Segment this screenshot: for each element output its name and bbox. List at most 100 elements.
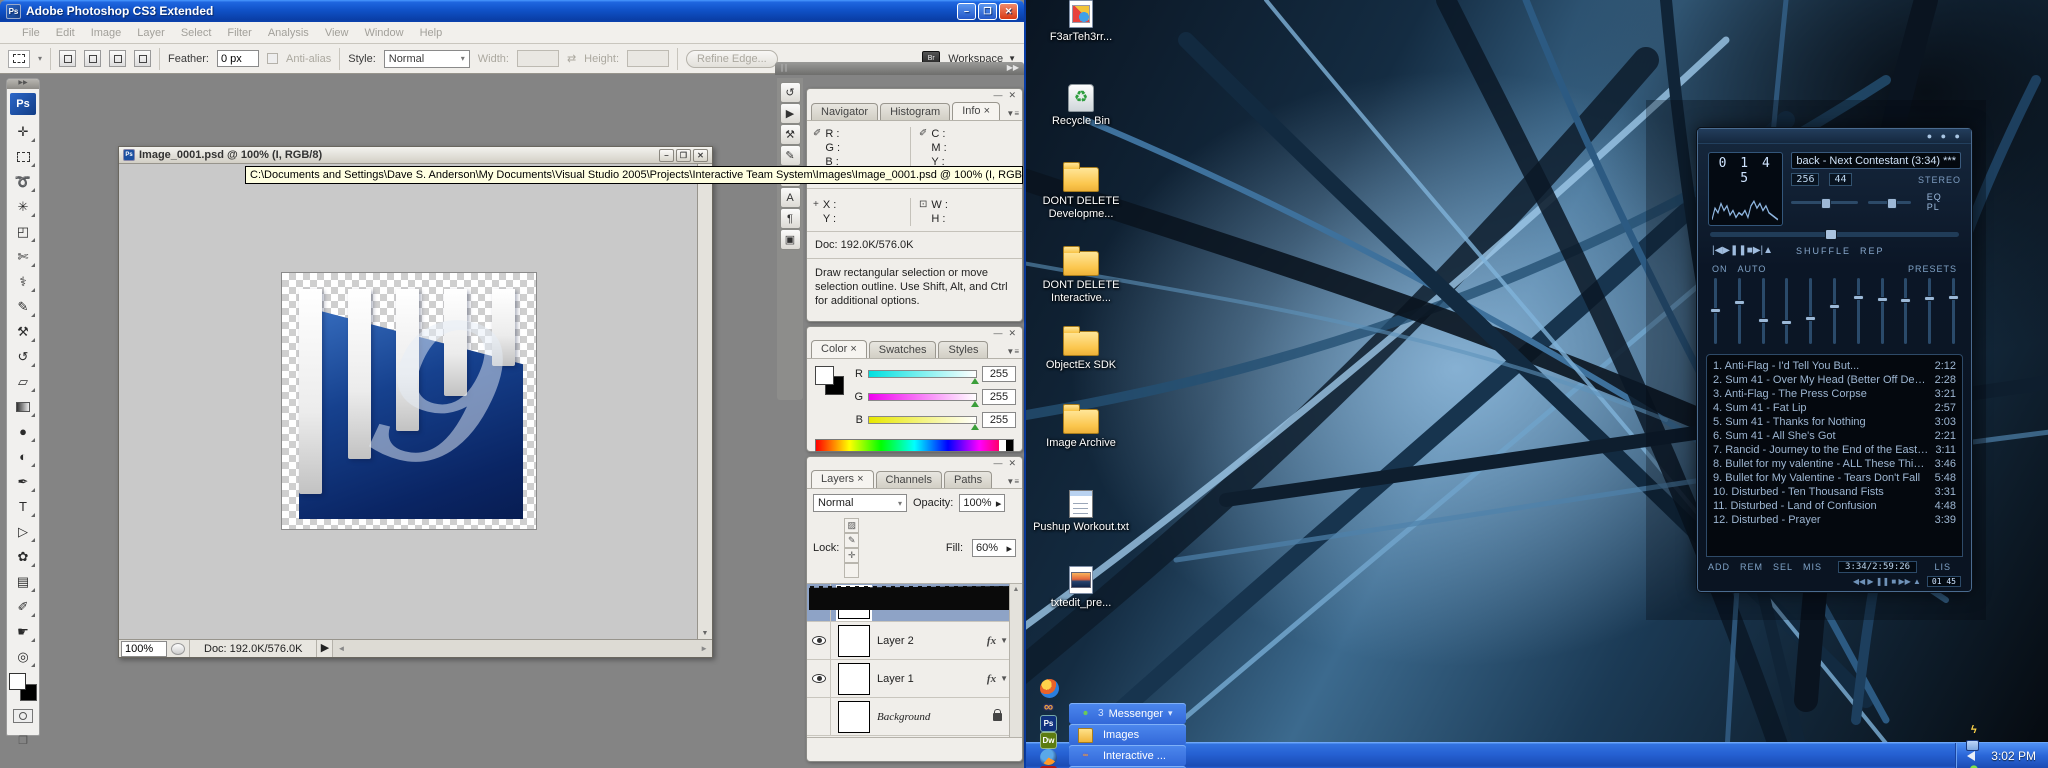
document-titlebar[interactable]: Ps Image_0001.psd @ 100% (I, RGB/8) – ❐ … (119, 147, 712, 164)
panel-menu-icon[interactable]: ▼≡ (1006, 109, 1019, 118)
screen-mode-button[interactable]: ❐ (13, 733, 33, 747)
zoom-tool[interactable]: ◎ (9, 644, 37, 669)
new-selection-button[interactable] (59, 50, 76, 67)
playlist-item[interactable]: 9. Bullet for My Valentine - Tears Don't… (1713, 471, 1956, 485)
layer-fx-icon[interactable]: fx (987, 635, 996, 647)
layer-name[interactable]: Layer 1 (877, 673, 987, 685)
layer-row-layer-2[interactable]: Layer 2 fx ▼ (807, 622, 1022, 660)
quick-mask-button[interactable] (13, 709, 33, 723)
color-swatches[interactable] (9, 673, 37, 701)
clone-stamp-tool[interactable]: ⚒ (9, 319, 37, 344)
tab-styles[interactable]: Styles (938, 341, 988, 358)
slice-tool[interactable]: ✄ (9, 244, 37, 269)
history-panel-icon[interactable]: ↺ (780, 82, 801, 103)
playlist-item[interactable]: 10. Disturbed - Ten Thousand Fists 3:31 (1713, 485, 1956, 499)
layer-thumbnail[interactable] (838, 701, 870, 733)
menu-item[interactable]: View (317, 27, 357, 39)
chevron-down-icon[interactable]: ▾ (38, 54, 42, 63)
channel-value[interactable]: 255 (982, 366, 1016, 382)
character-panel-icon[interactable]: A (780, 187, 801, 208)
panel-menu-icon[interactable]: ▼≡ (1006, 347, 1019, 356)
winamp-eq-on-button[interactable]: ON (1712, 264, 1728, 274)
winamp-eq-auto-button[interactable]: AUTO (1738, 264, 1767, 274)
playlist-item[interactable]: 11. Disturbed - Land of Confusion 4:48 (1713, 499, 1956, 513)
menu-item[interactable]: Edit (48, 27, 83, 39)
winamp-list-button[interactable]: LIS (1934, 562, 1951, 572)
tool-palette-grip[interactable]: ▶▶ (7, 79, 39, 89)
taskbar-button-images[interactable]: Images (1069, 724, 1186, 745)
layer-fx-expand-icon[interactable]: ▼ (1000, 674, 1008, 683)
style-select[interactable]: Normal▾ (384, 50, 470, 68)
opacity-field[interactable]: 100%▸ (959, 494, 1005, 512)
actions-panel-icon[interactable]: ▶ (780, 103, 801, 124)
lock-pixels-icon[interactable]: ✎ (844, 533, 859, 548)
winamp-track-title[interactable]: back - Next Contestant (3:34) *** (1791, 152, 1961, 169)
layer-name[interactable]: Background (877, 711, 993, 723)
menu-item[interactable]: Filter (219, 27, 259, 39)
menu-item[interactable]: Analysis (260, 27, 317, 39)
tool-preset-picker[interactable] (8, 50, 30, 68)
winamp-next-button[interactable]: ▶| (1753, 245, 1763, 256)
desktop-icon-dont-delete-developme[interactable]: DONT DELETE Developme... (1026, 162, 1136, 221)
path-selection-tool[interactable]: ▷ (9, 519, 37, 544)
vertical-scrollbar[interactable]: ▲▼ (697, 164, 712, 639)
layer-thumbnail[interactable] (838, 625, 870, 657)
layer-name[interactable]: Layer 2 (877, 635, 987, 647)
paragraph-panel-icon[interactable]: ¶ (780, 208, 801, 229)
intersect-selection-button[interactable] (134, 50, 151, 67)
layer-comps-panel-icon[interactable]: ▣ (780, 229, 801, 250)
playlist-misc-button[interactable]: MIS (1803, 562, 1822, 572)
playlist-item[interactable]: 4. Sum 41 - Fat Lip 2:57 (1713, 401, 1956, 415)
panel-close-icon[interactable]: ✕ (1008, 458, 1016, 469)
blur-tool[interactable]: ● (9, 419, 37, 444)
playlist-item[interactable]: 8. Bullet for my valentine - ALL These T… (1713, 457, 1956, 471)
channel-slider[interactable] (868, 370, 977, 378)
brush-tool[interactable]: ✎ (9, 294, 37, 319)
layer-thumbnail[interactable] (838, 663, 870, 695)
layer-visibility-toggle[interactable] (807, 622, 831, 659)
anti-alias-checkbox[interactable] (267, 53, 278, 64)
tab-info[interactable]: Info × (952, 102, 1000, 120)
pen-tool[interactable]: ✒ (9, 469, 37, 494)
winamp-shuffle-button[interactable]: SHUFFLE (1796, 246, 1851, 256)
quicklaunch-firefox-icon[interactable] (1040, 749, 1057, 766)
menu-item[interactable]: Layer (129, 27, 173, 39)
desktop-icon-recycle-bin[interactable]: ♻ Recycle Bin (1026, 84, 1136, 128)
desktop-icon-txtedit-pre[interactable]: txtedit_pre... (1026, 566, 1136, 610)
desktop-icon-dont-delete-interactive[interactable]: DONT DELETE Interactive... (1026, 246, 1136, 305)
quicklaunch-media-player-icon[interactable] (1040, 679, 1059, 698)
panel-close-icon[interactable]: ✕ (1008, 90, 1016, 101)
layer-visibility-toggle[interactable] (807, 698, 831, 735)
winamp-eq-presets-button[interactable]: PRESETS (1908, 264, 1957, 274)
tab-swatches[interactable]: Swatches (869, 341, 937, 358)
panel-close-icon[interactable]: ✕ (1008, 328, 1016, 339)
lock-all-icon[interactable] (844, 563, 859, 578)
menu-item[interactable]: File (14, 27, 48, 39)
type-tool[interactable]: T (9, 494, 37, 519)
lock-transparency-icon[interactable]: ▨ (844, 518, 859, 533)
eyedropper-tool[interactable]: ✐ (9, 594, 37, 619)
playlist-item[interactable]: 1. Anti-Flag - I'd Tell You But... 2:12 (1713, 359, 1956, 373)
playlist-item[interactable]: 5. Sum 41 - Thanks for Nothing 3:03 (1713, 415, 1956, 429)
winamp-prev-button[interactable]: |◀ (1712, 245, 1722, 256)
channel-slider[interactable] (868, 393, 977, 401)
quicklaunch-visual-studio-icon[interactable]: ∞ (1040, 698, 1057, 715)
winamp-mini-transport[interactable]: ◀◀ ▶ ❚❚ ■ ▶▶ ▲ (1853, 577, 1921, 586)
playlist-rem-button[interactable]: REM (1740, 562, 1763, 572)
channel-value[interactable]: 255 (982, 412, 1016, 428)
subtract-from-selection-button[interactable] (109, 50, 126, 67)
photoshop-titlebar[interactable]: Ps Adobe Photoshop CS3 Extended – ❐ ✕ (0, 0, 1024, 22)
horizontal-scrollbar[interactable]: ◄► (333, 640, 712, 657)
tab-histogram[interactable]: Histogram (880, 103, 950, 120)
layer-fx-expand-icon[interactable]: ▼ (1000, 636, 1008, 645)
taskbar-button-messenger[interactable]: ☻ 3 Messenger ▾ (1069, 703, 1186, 724)
tray-messenger-icon[interactable]: ☻ (1966, 761, 1981, 768)
move-tool[interactable]: ✛ (9, 119, 37, 144)
panel-menu-icon[interactable]: ▼≡ (1006, 477, 1019, 486)
tab-navigator[interactable]: Navigator (811, 103, 878, 120)
winamp-play-button[interactable]: ▶ (1722, 245, 1730, 256)
playlist-item[interactable]: 12. Disturbed - Prayer 3:39 (1713, 513, 1956, 527)
blend-mode-select[interactable]: Normal▾ (813, 494, 907, 512)
menu-item[interactable]: Window (356, 27, 411, 39)
tray-volume-icon[interactable] (1962, 751, 1975, 761)
